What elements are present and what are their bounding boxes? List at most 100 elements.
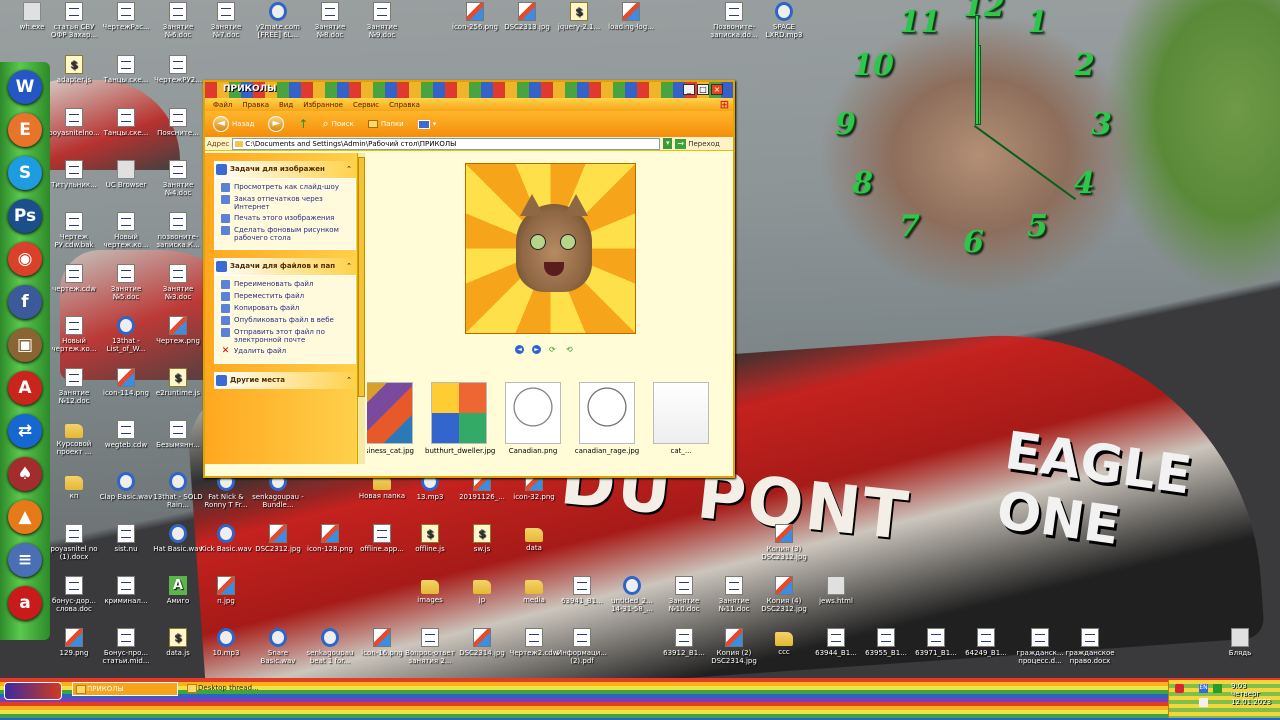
thumbnail[interactable]: business_cat.jpg <box>367 382 419 455</box>
desktop-icon[interactable]: y2mate.com [FREE] 6L... <box>251 2 305 48</box>
thumbnail[interactable]: butthurt_dweller.jpg <box>425 382 495 455</box>
desktop-icon[interactable]: Занятие №12.doc <box>47 368 101 414</box>
vlc-icon[interactable]: ▲ <box>8 500 42 534</box>
desktop-icon[interactable]: Танцы.ске... <box>99 55 153 101</box>
desktop-icon[interactable]: sist.nu <box>99 524 153 570</box>
desktop-icon[interactable]: 63941_B1... <box>555 576 609 622</box>
desktop-icon[interactable]: senkagoupau - Bundle... <box>251 472 305 518</box>
task-link[interactable]: Отправить этот файл по электронной почте <box>221 328 351 344</box>
file-tasks-header[interactable]: Задачи для файлов и пап <box>214 258 356 275</box>
desktop-icon[interactable]: Копия (4) DSC2312.jpg <box>757 576 811 622</box>
acrobat-icon[interactable]: A <box>8 371 42 405</box>
desktop-icon[interactable]: Безымянн... <box>151 420 205 466</box>
menu-edit[interactable]: Правка <box>242 101 269 109</box>
desktop-icon[interactable]: 20191126_... <box>455 472 509 518</box>
explorer-window[interactable]: ПРИКОЛЫ _ □ × Файл Правка Вид Избранное … <box>203 80 735 478</box>
desktop-icon[interactable]: Танцы.ске... <box>99 108 153 154</box>
task-link[interactable]: Копировать файл <box>221 304 351 313</box>
desktop-icon[interactable]: UC Browser <box>99 160 153 206</box>
tray-app-icon[interactable] <box>1175 684 1184 693</box>
desktop-icon[interactable]: Информаци... (2).pdf <box>555 628 609 674</box>
desktop-icon[interactable]: Занятие №6.doc <box>151 2 205 48</box>
desktop-icon[interactable]: ЧертежРас... <box>99 2 153 48</box>
desktop-icon[interactable]: untitled_2... 14-31-58_... <box>605 576 659 622</box>
desktop-icon[interactable]: Чертеж.png <box>151 316 205 362</box>
maximize-button[interactable]: □ <box>697 84 709 95</box>
desktop-icon[interactable]: DSC2312.jpg <box>251 524 305 570</box>
taskbar-item-explorer[interactable]: ПРИКОЛЫ <box>72 682 178 696</box>
desktop-icon[interactable]: Hat Basic.wav <box>151 524 205 570</box>
avira-icon[interactable]: a <box>8 586 42 620</box>
skype-icon[interactable]: S <box>8 156 42 190</box>
desktop-icon[interactable]: 129.png <box>47 628 101 674</box>
desktop-icon[interactable]: icon-32.png <box>507 472 561 518</box>
desktop-icon[interactable]: Snare Basic.wav <box>251 628 305 674</box>
desktop-icon[interactable]: senkagoupau beat 1 for... <box>303 628 357 674</box>
desktop-icon[interactable]: SPACE LXRD.mp3 <box>757 2 811 48</box>
desktop-icon[interactable]: jews.html <box>809 576 863 622</box>
desktop-icon[interactable]: гражданское право.docx <box>1063 628 1117 674</box>
rotate-counterclockwise-icon[interactable]: ⟲ <box>566 345 575 354</box>
desktop-icon[interactable]: data <box>507 524 561 570</box>
previous-image-icon[interactable]: ◄ <box>515 345 524 354</box>
desktop-icon[interactable]: Занятие №10.doc <box>657 576 711 622</box>
analog-clock-gadget[interactable]: 12 1 2 3 4 5 6 7 8 9 10 11 <box>820 0 1130 270</box>
desktop-icon[interactable]: DSC2313.jpg <box>500 2 554 48</box>
desktop-icon[interactable]: $ offline.js <box>403 524 457 570</box>
task-link[interactable]: Сделать фоновым рисунком рабочего стола <box>221 226 351 242</box>
desktop-icon[interactable]: Занятие №9.doc <box>355 2 409 48</box>
desktop-icon[interactable]: A Амиго <box>151 576 205 622</box>
desktop-icon[interactable]: Занятие №11.doc <box>707 576 761 622</box>
desktop-icon[interactable]: 63971_B1... <box>909 628 963 674</box>
other-places-header[interactable]: Другие места <box>214 372 356 389</box>
desktop-icon[interactable]: чертеж.cdw <box>47 264 101 310</box>
volume-icon[interactable] <box>1199 698 1208 707</box>
thumbnail[interactable]: canadian_rage.jpg <box>573 382 641 455</box>
address-dropdown-icon[interactable]: ▾ <box>663 138 673 149</box>
desktop-icon[interactable]: Курсовой проект ... <box>47 420 101 466</box>
photoshop-icon[interactable]: Ps <box>8 199 42 233</box>
desktop-icon[interactable]: Занятие №3.doc <box>151 264 205 310</box>
menu-help[interactable]: Справка <box>389 101 420 109</box>
desktop-icon[interactable]: Копия (3) DSC2312.jpg <box>757 524 811 570</box>
desktop-icon[interactable]: images <box>403 576 457 622</box>
desktop-icon[interactable]: 63955_B1... <box>859 628 913 674</box>
window-titlebar[interactable]: ПРИКОЛЫ _ □ × <box>205 82 733 98</box>
desktop-icon[interactable]: криминал... <box>99 576 153 622</box>
desktop-icon[interactable]: позвоните-записка.К... <box>151 212 205 258</box>
desktop-icon[interactable]: icon-114.png <box>99 368 153 414</box>
desktop-icon[interactable]: $ jquery-2.1... <box>552 2 606 48</box>
desktop-icon[interactable]: 13.mp3 <box>403 472 457 518</box>
menu-view[interactable]: Вид <box>279 101 293 109</box>
desktop-icon[interactable]: 13that - SOLD Rain... <box>151 472 205 518</box>
desktop-icon[interactable]: Позвоните-записка.do... <box>707 2 761 48</box>
desktop-icon[interactable]: DSC2314.jpg <box>455 628 509 674</box>
desktop-icon[interactable]: Копия (2) DSC2314.jpg <box>707 628 761 674</box>
facebook-icon[interactable]: f <box>8 285 42 319</box>
network-icon[interactable] <box>1213 684 1222 693</box>
tray-clock[interactable]: 9:03 четверг 12.01.2023 <box>1231 682 1271 706</box>
desktop-icon[interactable]: Вопрос-ответ занятия 2... <box>403 628 457 674</box>
desktop-icon[interactable]: media <box>507 576 561 622</box>
desktop-icon[interactable]: Чертеж2.cdw <box>507 628 561 674</box>
task-link[interactable]: Переместить файл <box>221 292 351 301</box>
thumbnail[interactable]: Canadian.png <box>499 382 567 455</box>
thumbnail[interactable]: cat_... <box>647 382 715 455</box>
desktop-icon[interactable]: $ sw.js <box>455 524 509 570</box>
menu-tools[interactable]: Сервис <box>353 101 379 109</box>
search-button[interactable]: ⌕ Поиск <box>318 114 357 134</box>
minimize-button[interactable]: _ <box>683 84 695 95</box>
desktop-icon[interactable]: Clap Basic.wav <box>99 472 153 518</box>
task-link[interactable]: Просмотреть как слайд-шоу <box>221 183 351 192</box>
task-link[interactable]: Заказ отпечатков через Интернет <box>221 195 351 211</box>
desktop-icon[interactable]: 64249_B1... <box>959 628 1013 674</box>
task-link[interactable]: Печать этого изображения <box>221 214 351 223</box>
desktop-icon[interactable]: гражданск... процесс.d... <box>1013 628 1067 674</box>
chrome-icon[interactable]: ◉ <box>8 242 42 276</box>
desktop-icon[interactable]: wegteb.cdw <box>99 420 153 466</box>
image-preview[interactable] <box>465 163 636 334</box>
desktop-icon[interactable]: Титульник... <box>47 160 101 206</box>
desktop-icon[interactable]: Занятие №8.doc <box>303 2 357 48</box>
desktop-icon[interactable]: ccc <box>757 628 811 674</box>
desktop-icon[interactable]: Занятие №5.doc <box>99 264 153 310</box>
